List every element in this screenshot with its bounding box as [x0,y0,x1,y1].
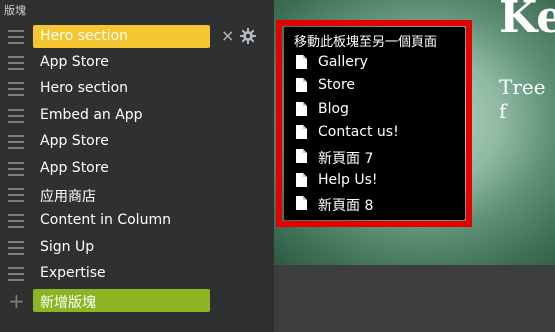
drag-handle-icon[interactable] [8,188,24,202]
page-icon [296,196,307,210]
section-item-label: App Store [40,160,109,176]
gear-icon[interactable] [240,28,256,44]
drag-handle-icon[interactable] [8,56,24,70]
page-option-label: Gallery [318,54,368,70]
drag-handle-icon[interactable] [8,162,24,176]
page-option[interactable]: Help Us! [294,171,459,193]
drag-handle-icon[interactable] [8,135,24,149]
add-section-label: 新增版塊 [40,295,96,311]
page-option-label: Blog [318,101,349,117]
page-option[interactable]: Gallery [294,53,459,75]
page-option[interactable]: 新頁面 7 [294,147,459,169]
section-item[interactable]: App Store [0,157,274,182]
page-option-label: Help Us! [318,172,378,188]
page-option-label: Contact us! [318,124,399,140]
page-option-label: 新頁面 8 [318,198,374,214]
section-item[interactable]: Expertise [0,262,274,287]
hero-title: Ke [499,0,555,43]
page-icon [296,125,307,139]
drag-handle-icon[interactable] [8,30,24,44]
section-item-label: 应用商店 [40,189,96,205]
drag-handle-icon[interactable] [8,241,24,255]
section-item[interactable]: 应用商店 [0,183,274,208]
hero-subtitle: Tree f [499,75,546,123]
page-icon [296,78,307,92]
page-option[interactable]: Contact us! [294,123,459,145]
drag-handle-icon[interactable] [8,82,24,96]
page-option-label: Store [318,77,356,93]
page-option[interactable]: Blog [294,100,459,122]
section-item-label: Sign Up [40,239,95,255]
section-item-hero-active[interactable]: Hero section × [0,25,274,50]
move-section-popup: 移動此板塊至另一個頁面 Gallery Store Blog Contact u… [284,27,465,220]
plus-icon[interactable]: + [8,289,25,313]
page-option[interactable]: Store [294,76,459,98]
drag-handle-icon[interactable] [8,214,24,228]
panel-title: 版塊 [4,4,26,17]
page-option-label: 新頁面 7 [318,151,374,167]
page-icon [296,102,307,116]
drag-handle-icon[interactable] [8,267,24,281]
section-item-label: Content in Column [40,212,171,228]
popup-title: 移動此板塊至另一個頁面 [294,35,438,50]
section-item-label: App Store [40,133,109,149]
section-item[interactable]: Hero section [0,77,274,102]
page-icon [296,173,307,187]
page-option[interactable]: 新頁面 8 [294,194,459,216]
section-item-label: Expertise [40,265,106,281]
page-icon [296,149,307,163]
section-item-label: App Store [40,54,109,70]
add-section-row[interactable]: + 新增版塊 [0,289,274,314]
section-panel: 版塊 Hero section × App Store Hero section… [0,0,274,332]
section-item[interactable]: App Store [0,51,274,76]
drag-handle-icon[interactable] [8,109,24,123]
section-item[interactable]: Content in Column [0,209,274,234]
page-icon [296,55,307,69]
section-item[interactable]: App Store [0,130,274,155]
close-icon[interactable]: × [221,26,234,45]
section-item-label: Hero section [40,28,129,44]
section-item[interactable]: Sign Up [0,236,274,261]
section-item-label: Embed an App [40,107,143,123]
section-item[interactable]: Embed an App [0,104,274,129]
section-item-label: Hero section [40,80,129,96]
